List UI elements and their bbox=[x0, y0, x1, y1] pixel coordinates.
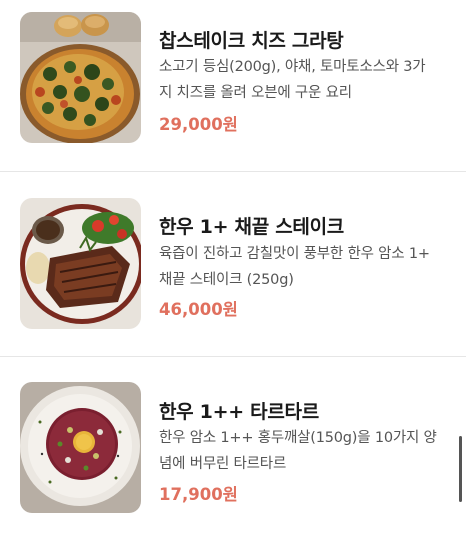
description-line: 채끝 스테이크 (250g) bbox=[159, 272, 294, 288]
menu-item[interactable]: 찹스테이크 치즈 그라탕 소고기 등심(200g), 야채, 토마토소스와 3가… bbox=[0, 0, 466, 171]
menu-item-price: 29,000원 bbox=[159, 115, 238, 134]
menu-item-description: 소고기 등심(200g), 야채, 토마토소스와 3가 지 치즈를 올려 오븐에… bbox=[159, 54, 449, 106]
beef-tartare-photo bbox=[20, 382, 141, 513]
description-line: 지 치즈를 올려 오븐에 구운 요리 bbox=[159, 85, 352, 101]
sirloin-steak-photo bbox=[20, 198, 141, 329]
cheese-gratin-photo bbox=[20, 12, 141, 143]
menu-item-name: 찹스테이크 치즈 그라탕 bbox=[159, 30, 344, 52]
description-line: 육즙이 진하고 감칠맛이 풍부한 한우 암소 1+ bbox=[159, 246, 430, 262]
menu-list: 찹스테이크 치즈 그라탕 소고기 등심(200g), 야채, 토마토소스와 3가… bbox=[0, 0, 466, 534]
description-line: 념에 버무린 타르타르 bbox=[159, 456, 287, 472]
menu-item[interactable]: 한우 1++ 타르타르 한우 암소 1++ 홍두깨살(150g)을 10가지 양… bbox=[0, 357, 466, 534]
description-line: 한우 암소 1++ 홍두깨살(150g)을 10가지 양 bbox=[159, 430, 437, 446]
menu-item-description: 한우 암소 1++ 홍두깨살(150g)을 10가지 양 념에 버무린 타르타르 bbox=[159, 425, 449, 477]
menu-item[interactable]: 한우 1+ 채끝 스테이크 육즙이 진하고 감칠맛이 풍부한 한우 암소 1+ … bbox=[0, 172, 466, 356]
menu-item-name: 한우 1++ 타르타르 bbox=[159, 401, 319, 423]
scrollbar[interactable] bbox=[459, 436, 462, 502]
menu-item-name: 한우 1+ 채끝 스테이크 bbox=[159, 216, 344, 238]
menu-item-description: 육즙이 진하고 감칠맛이 풍부한 한우 암소 1+ 채끝 스테이크 (250g) bbox=[159, 241, 449, 293]
menu-item-price: 17,900원 bbox=[159, 485, 238, 504]
menu-item-price: 46,000원 bbox=[159, 300, 238, 319]
description-line: 소고기 등심(200g), 야채, 토마토소스와 3가 bbox=[159, 59, 426, 75]
